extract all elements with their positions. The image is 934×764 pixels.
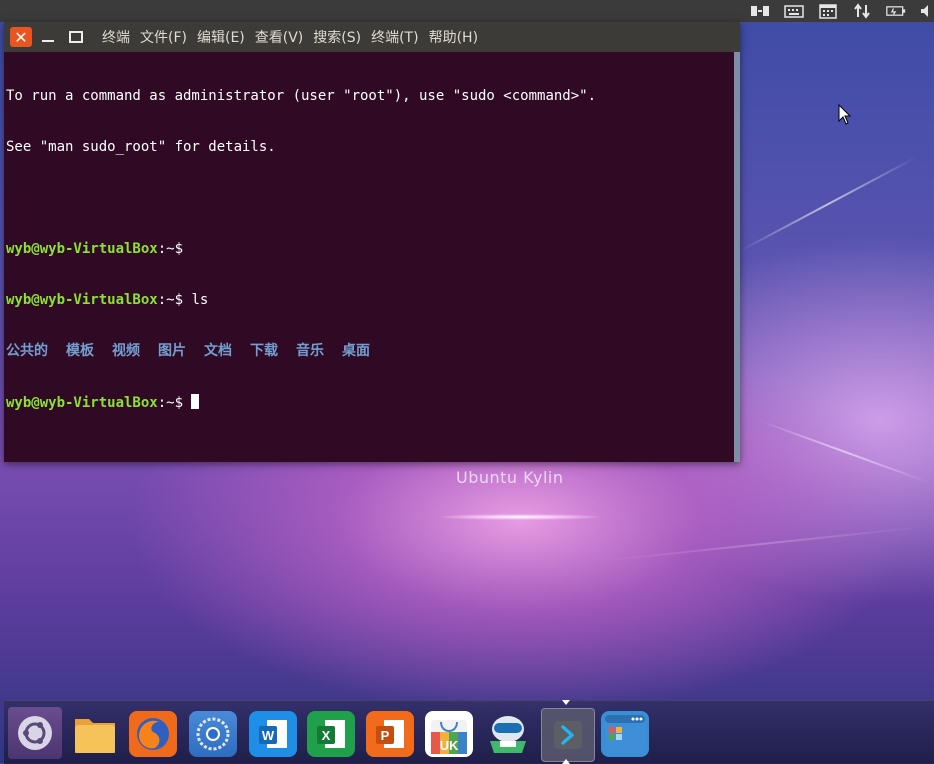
app-grid-icon	[605, 715, 645, 753]
assistant-icon	[490, 716, 526, 753]
dock-chromium[interactable]	[189, 711, 237, 757]
wallpaper-streak	[739, 156, 918, 252]
svg-text:UK: UK	[440, 738, 459, 753]
terminal-line: wyb@wyb-VirtualBox:~$ ls	[6, 292, 738, 309]
prompt-suffix: :~$	[157, 292, 184, 308]
ls-output: 公共的 模板 视频 图片 文档 下载 音乐 桌面	[6, 343, 738, 360]
terminal-scrollbar[interactable]	[734, 52, 740, 462]
dir-entry: 下载	[250, 343, 278, 359]
wallpaper-glow	[440, 514, 600, 520]
top-panel	[0, 0, 934, 22]
dir-entry: 公共的	[6, 343, 48, 359]
dock-firefox[interactable]	[129, 711, 177, 757]
terminal-line: wyb@wyb-VirtualBox:~$	[6, 241, 738, 258]
minimize-button[interactable]	[36, 26, 60, 48]
prompt-user-host: wyb@wyb-VirtualBox	[6, 241, 158, 257]
dir-entry: 音乐	[296, 343, 324, 359]
dock-software-center[interactable]: UK	[425, 711, 473, 757]
dock-app-launcher[interactable]	[601, 711, 649, 757]
keyboard-icon[interactable]	[784, 3, 804, 19]
presentation-icon: P	[376, 720, 404, 748]
terminal-titlebar[interactable]: ✕ 终端 文件(F) 编辑(E) 查看(V) 搜索(S) 终端(T) 帮助(H)	[4, 22, 740, 52]
dir-entry: 图片	[158, 343, 186, 359]
dir-entry: 文档	[204, 343, 232, 359]
terminal-line: To run a command as administrator (user …	[6, 88, 738, 105]
menu-app[interactable]: 终端	[102, 27, 130, 47]
terminal-window[interactable]: ✕ 终端 文件(F) 编辑(E) 查看(V) 搜索(S) 终端(T) 帮助(H)…	[4, 22, 740, 462]
dock-terminal[interactable]	[541, 708, 595, 762]
info-line-1: To run a command as administrator (user …	[6, 88, 597, 104]
prompt-suffix: :~$	[157, 241, 184, 257]
transfer-icon[interactable]	[852, 3, 872, 19]
terminal-output[interactable]: To run a command as administrator (user …	[4, 52, 740, 448]
running-indicator-icon	[562, 759, 570, 764]
dir-entry: 视频	[112, 343, 140, 359]
dock: W X P UK	[4, 700, 934, 764]
spreadsheet-icon: X	[317, 720, 345, 748]
terminal-line: wyb@wyb-VirtualBox:~$	[6, 394, 738, 412]
folder-icon	[75, 719, 115, 753]
dock-dash-home[interactable]	[8, 707, 62, 759]
dir-entry: 桌面	[342, 343, 370, 359]
battery-icon[interactable]	[886, 3, 906, 19]
dock-wps-writer[interactable]: W	[249, 711, 297, 757]
prompt-user-host: wyb@wyb-VirtualBox	[6, 395, 158, 411]
dir-entry: 模板	[66, 343, 94, 359]
info-line-2: See "man sudo_root" for details.	[6, 139, 276, 155]
dock-wps-spreadsheets[interactable]: X	[307, 711, 355, 757]
dock-files[interactable]	[71, 711, 119, 757]
terminal-icon	[554, 721, 582, 749]
svg-text:P: P	[381, 728, 390, 743]
menu-bar: 终端 文件(F) 编辑(E) 查看(V) 搜索(S) 终端(T) 帮助(H)	[102, 27, 478, 47]
desktop-brand-text: Ubuntu Kylin	[456, 468, 564, 487]
svg-text:W: W	[262, 728, 275, 743]
volume-icon[interactable]	[920, 3, 932, 19]
prompt-user-host: wyb@wyb-VirtualBox	[6, 292, 158, 308]
menu-edit[interactable]: 编辑(E)	[197, 27, 245, 47]
browser-icon	[196, 717, 230, 751]
calendar-icon[interactable]	[818, 3, 838, 19]
maximize-button[interactable]	[64, 26, 88, 48]
menu-view[interactable]: 查看(V)	[255, 27, 304, 47]
maximize-icon	[69, 31, 83, 43]
prompt-suffix: :~$	[157, 395, 184, 411]
minimize-icon	[42, 40, 54, 42]
menu-help[interactable]: 帮助(H)	[429, 27, 478, 47]
svg-text:X: X	[322, 728, 331, 743]
software-center-icon: UK	[431, 720, 467, 754]
writer-icon: W	[259, 720, 287, 748]
ubuntu-logo-icon	[18, 716, 52, 750]
menu-file[interactable]: 文件(F)	[140, 27, 187, 47]
menu-terminal[interactable]: 终端(T)	[371, 27, 418, 47]
dock-kylin-assistant[interactable]	[484, 711, 532, 757]
terminal-line: See "man sudo_root" for details.	[6, 139, 738, 156]
mouse-pointer-icon	[838, 104, 852, 125]
network-icon[interactable]	[750, 3, 770, 19]
system-tray	[750, 0, 934, 22]
wallpaper-streak	[759, 420, 930, 484]
firefox-icon	[137, 718, 169, 750]
command-text: ls	[183, 292, 209, 308]
wallpaper-streak	[599, 525, 929, 562]
menu-search[interactable]: 搜索(S)	[313, 27, 361, 47]
active-app-indicator-icon	[562, 700, 570, 705]
close-button[interactable]: ✕	[10, 27, 32, 47]
dock-wps-presentation[interactable]: P	[366, 711, 414, 757]
close-icon: ✕	[14, 27, 28, 47]
text-cursor	[191, 394, 200, 409]
